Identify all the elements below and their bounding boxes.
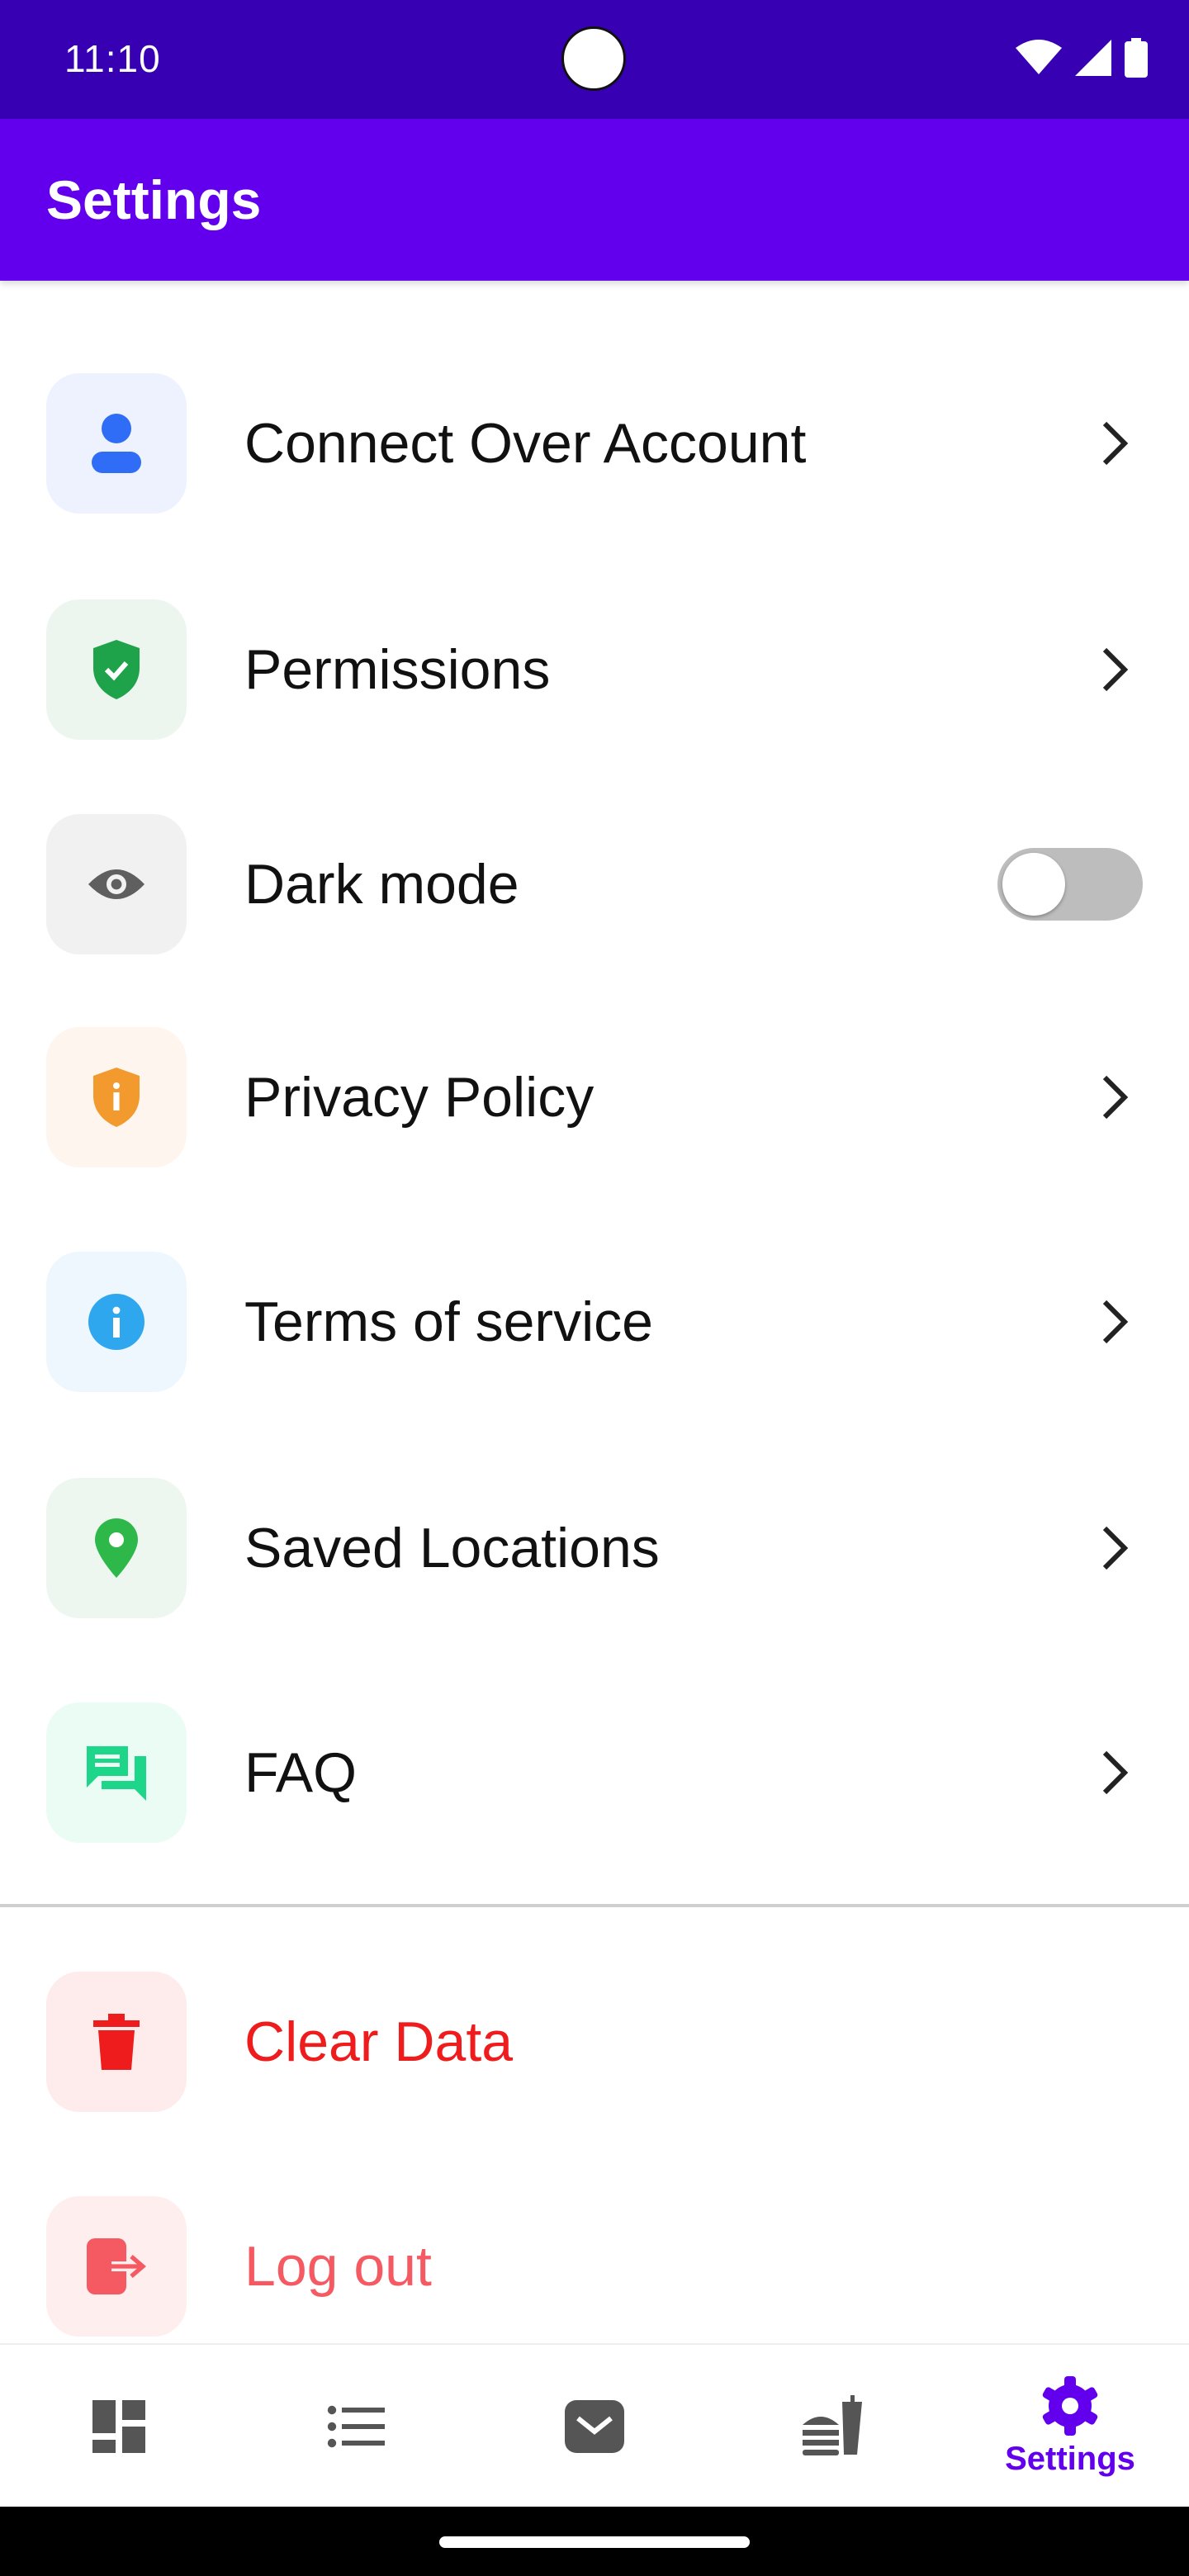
icon-box — [46, 373, 187, 514]
settings-item-faq[interactable]: FAQ — [0, 1702, 1189, 1843]
signal-icon — [1075, 40, 1111, 76]
logout-icon — [87, 2238, 146, 2294]
toggle-knob — [1002, 853, 1065, 916]
item-label: Connect Over Account — [244, 412, 807, 475]
icon-box — [46, 2196, 187, 2337]
log-out-button[interactable]: Log out — [0, 2196, 1189, 2337]
system-navigation-bar — [0, 2507, 1189, 2576]
shield-check-icon — [93, 640, 140, 699]
item-label: FAQ — [244, 1741, 358, 1804]
status-icons — [1016, 36, 1148, 79]
shield-info-icon — [93, 1068, 140, 1127]
fastfood-icon — [803, 2395, 862, 2455]
item-label: Saved Locations — [244, 1517, 660, 1579]
item-label: Dark mode — [244, 853, 519, 916]
settings-item-saved-locations[interactable]: Saved Locations — [0, 1478, 1189, 1618]
nav-list[interactable] — [238, 2345, 476, 2508]
wifi-icon — [1016, 40, 1062, 74]
settings-item-permissions[interactable]: Permissions — [0, 599, 1189, 740]
icon-box — [46, 1702, 187, 1843]
list-icon — [327, 2405, 385, 2448]
chevron-right-icon — [1102, 421, 1129, 466]
settings-item-privacy-policy[interactable]: Privacy Policy — [0, 1027, 1189, 1167]
page-title: Settings — [46, 169, 262, 230]
chevron-right-icon — [1102, 647, 1129, 692]
location-pin-icon — [95, 1518, 138, 1578]
status-bar: 11:10 — [0, 0, 1189, 119]
chevron-right-icon — [1102, 1300, 1129, 1344]
item-label: Privacy Policy — [244, 1066, 594, 1129]
nav-settings-label: Settings — [1005, 2440, 1135, 2477]
settings-item-dark-mode: Dark mode — [0, 814, 1189, 954]
item-label: Clear Data — [244, 2010, 514, 2073]
info-icon — [88, 1294, 144, 1350]
nav-food[interactable] — [713, 2345, 951, 2508]
settings-item-terms[interactable]: Terms of service — [0, 1252, 1189, 1392]
icon-box — [46, 1027, 187, 1167]
camera-cutout — [561, 26, 626, 91]
icon-box — [46, 599, 187, 740]
chevron-right-icon — [1102, 1075, 1129, 1120]
dashboard-icon — [92, 2400, 145, 2453]
nav-mail[interactable] — [476, 2345, 713, 2508]
gear-icon — [1042, 2375, 1098, 2436]
icon-box — [46, 814, 187, 954]
icon-box — [46, 1478, 187, 1618]
app-bar: Settings — [0, 119, 1189, 281]
item-label: Terms of service — [244, 1290, 653, 1353]
item-label: Log out — [244, 2235, 432, 2298]
item-label: Permissions — [244, 638, 551, 701]
bottom-navigation: Settings — [0, 2343, 1189, 2508]
chevron-right-icon — [1102, 1750, 1129, 1795]
icon-box — [46, 1252, 187, 1392]
divider — [0, 1904, 1189, 1907]
dark-mode-toggle[interactable] — [997, 848, 1143, 921]
chevron-right-icon — [1102, 1526, 1129, 1570]
mail-icon — [565, 2400, 624, 2453]
home-gesture-handle[interactable] — [439, 2536, 750, 2548]
person-icon — [92, 414, 141, 473]
eye-icon — [88, 869, 144, 899]
settings-item-connect-account[interactable]: Connect Over Account — [0, 373, 1189, 514]
chat-icon — [87, 1746, 146, 1801]
clear-data-button[interactable]: Clear Data — [0, 1972, 1189, 2112]
nav-dashboard[interactable] — [0, 2345, 238, 2508]
status-time: 11:10 — [64, 37, 161, 80]
battery-icon — [1125, 38, 1148, 78]
icon-box — [46, 1972, 187, 2112]
trash-icon — [93, 2014, 140, 2070]
nav-settings[interactable]: Settings — [951, 2345, 1189, 2508]
